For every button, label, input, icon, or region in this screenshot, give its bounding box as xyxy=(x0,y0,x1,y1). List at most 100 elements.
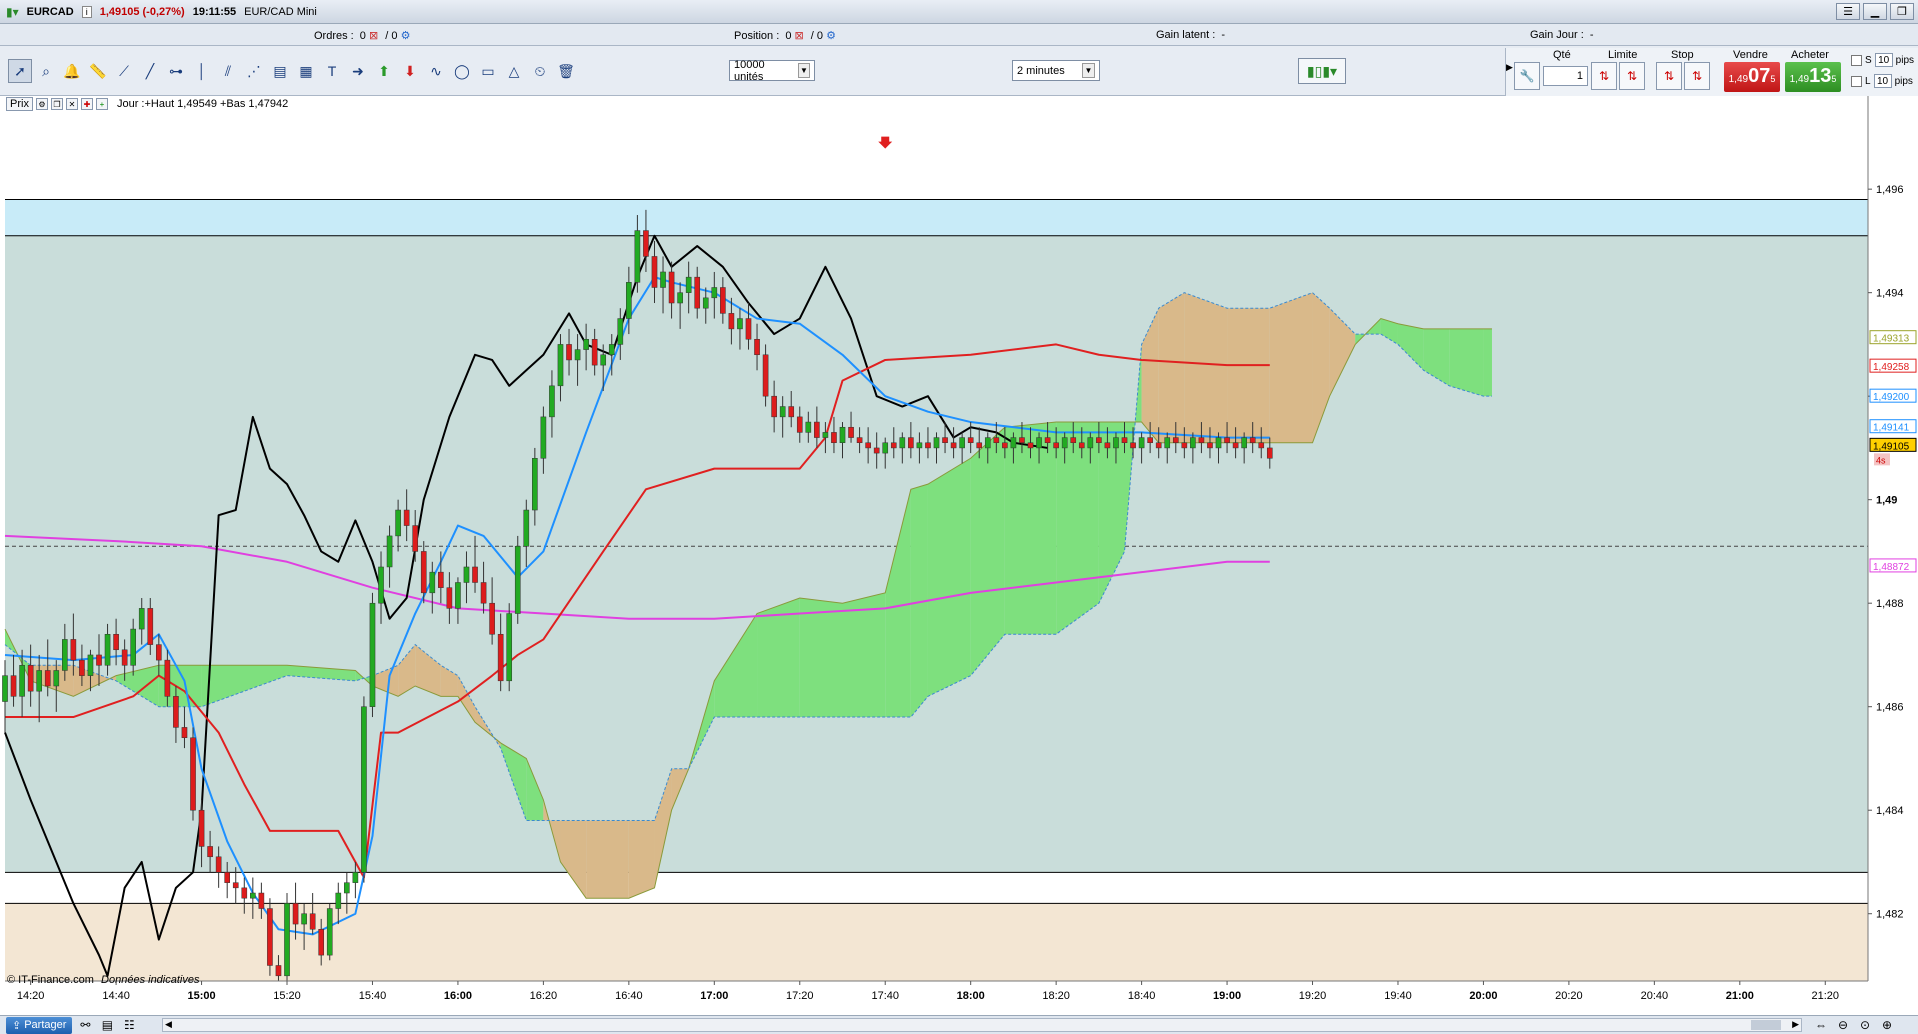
interval-select[interactable]: 2 minutes ▼ xyxy=(1012,60,1100,81)
price-chart[interactable]: 1,4961,4941,4921,491,4881,4861,4841,4821… xyxy=(0,96,1918,1015)
fit-icon[interactable]: ⇔ xyxy=(1812,1017,1830,1033)
stop-buy-icon[interactable]: ⇅ xyxy=(1656,62,1682,90)
symbol-name[interactable]: EURCAD xyxy=(27,6,74,18)
candle-body xyxy=(976,442,983,449)
candle-body xyxy=(438,571,444,588)
alert-bell-icon[interactable]: 🔔 xyxy=(60,59,84,83)
cursor-icon[interactable]: ➚ xyxy=(8,59,32,83)
buy-button[interactable]: 1,49 13 5 xyxy=(1785,62,1841,92)
layout-icon[interactable]: ☰ xyxy=(1836,3,1860,20)
fibonacci-fan-icon[interactable]: ▦ xyxy=(294,59,318,83)
candle-body xyxy=(720,287,726,314)
chart-type-button[interactable]: ▮▯▮▾ xyxy=(1298,58,1346,84)
triangle-icon[interactable]: △ xyxy=(502,59,526,83)
orders-close-icon[interactable]: ⊠ xyxy=(369,30,378,42)
price-series-label[interactable]: Prix xyxy=(6,97,33,111)
close-icon[interactable]: ✕ xyxy=(65,98,78,110)
price-label: 1,49105 xyxy=(1873,441,1910,452)
candle-body xyxy=(27,665,34,692)
candle-body xyxy=(301,913,307,925)
candle-body xyxy=(420,551,427,594)
zoom-out-icon[interactable]: ⊖ xyxy=(1834,1017,1852,1033)
settings-icon[interactable]: ⚙ xyxy=(35,98,48,110)
day-range-info: Jour :+Haut 1,49549 +Bas 1,47942 xyxy=(116,98,289,110)
candle-body xyxy=(600,354,607,366)
channel-icon[interactable]: ⫽ xyxy=(216,59,240,83)
x-tick-label: 18:20 xyxy=(1042,990,1070,1002)
scroll-right-icon[interactable]: ▶ xyxy=(1792,1019,1799,1030)
segment-icon[interactable]: ⟋ xyxy=(112,59,136,83)
add-icon[interactable]: + xyxy=(95,98,108,110)
candle-body xyxy=(224,872,231,883)
kumo-segment xyxy=(586,820,629,899)
parallel-lines-icon[interactable]: ⋰ xyxy=(242,59,266,83)
info-icon[interactable]: i xyxy=(81,5,92,18)
ruler-icon[interactable]: 📏 xyxy=(86,59,110,83)
ellipse-icon[interactable]: ◯ xyxy=(450,59,474,83)
vertical-line-icon[interactable]: │ xyxy=(190,59,214,83)
chart-area[interactable]: Prix ⚙ ❐ ✕ ✚ + Jour :+Haut 1,49549 +Bas … xyxy=(0,96,1918,1015)
restore-icon[interactable]: ❐ xyxy=(1890,3,1914,20)
price-label: 1,48872 xyxy=(1873,562,1910,573)
time-scrollbar[interactable]: ◀ ▶ xyxy=(162,1018,1802,1032)
position-link-icon[interactable]: ⚙ xyxy=(826,30,836,42)
limit-sell-icon[interactable]: ⇅ xyxy=(1619,62,1645,90)
clock-icon[interactable]: ⏲ xyxy=(528,59,552,83)
table-icon[interactable]: ▤ xyxy=(98,1017,116,1033)
limit-pips-input[interactable]: 10 xyxy=(1873,74,1892,88)
window-icon[interactable]: ❐ xyxy=(50,98,63,110)
stop-loss-checkbox[interactable] xyxy=(1851,54,1862,66)
limit-checkbox[interactable] xyxy=(1851,75,1862,87)
candle-body xyxy=(566,344,572,361)
position-info[interactable]: Position : 0 ⊠ / 0 ⚙ xyxy=(734,29,836,42)
candle-body xyxy=(660,271,666,288)
line-icon[interactable]: ╱ xyxy=(138,59,162,83)
arrow-down-icon[interactable]: ⬇ xyxy=(398,59,422,83)
y-tick-label: 1,494 xyxy=(1876,288,1904,300)
qty-input[interactable]: 1 xyxy=(1543,66,1588,86)
add-indicator-icon[interactable]: ✚ xyxy=(80,98,93,110)
candle-body xyxy=(352,872,359,883)
scroll-thumb[interactable] xyxy=(1751,1020,1781,1030)
order-panel: ▶ 🔧 Qté 1 Limite ⇅ ⇅ Stop ⇅ ⇅ Vendre 1,4… xyxy=(1505,48,1918,96)
limit-buy-icon[interactable]: ⇅ xyxy=(1591,62,1617,90)
arrow-right-icon[interactable]: ➜ xyxy=(346,59,370,83)
y-tick-label: 1,482 xyxy=(1876,909,1904,921)
zoom-in-icon[interactable]: ⊕ xyxy=(1878,1017,1896,1033)
fibonacci-icon[interactable]: ▤ xyxy=(268,59,292,83)
orders-link-icon[interactable]: ⚙ xyxy=(401,30,411,42)
sell-button[interactable]: 1,49 07 5 xyxy=(1724,62,1780,92)
x-tick-label: 19:00 xyxy=(1213,990,1241,1002)
zoom-reset-icon[interactable]: ⊙ xyxy=(1856,1017,1874,1033)
stop-sell-icon[interactable]: ⇅ xyxy=(1684,62,1710,90)
layers-icon[interactable]: ⚯ xyxy=(76,1017,94,1033)
candle-body xyxy=(1027,442,1034,449)
chart-icon[interactable]: ▮▾ xyxy=(6,5,19,19)
candle-body xyxy=(1215,437,1222,449)
position-close-icon[interactable]: ⊠ xyxy=(795,30,804,42)
price-label: 1,49258 xyxy=(1873,362,1910,373)
candle-body xyxy=(1172,437,1179,444)
units-select[interactable]: 10000 unités ▼ xyxy=(729,59,815,83)
wrench-icon[interactable]: 🔧 xyxy=(1514,62,1540,90)
stop-pips-input[interactable]: 10 xyxy=(1874,53,1893,67)
candle-body xyxy=(1070,437,1077,444)
candle-body xyxy=(250,892,256,899)
price-label: 1,49141 xyxy=(1873,423,1910,434)
curve-icon[interactable]: ∿ xyxy=(424,59,448,83)
text-icon[interactable]: T xyxy=(320,59,344,83)
minimize-icon[interactable]: ▁ xyxy=(1863,3,1887,20)
arrow-up-icon[interactable]: ⬆ xyxy=(372,59,396,83)
rectangle-icon[interactable]: ▭ xyxy=(476,59,500,83)
candle-body xyxy=(429,571,436,594)
y-tick-label: 1,486 xyxy=(1876,702,1904,714)
orders-info[interactable]: Ordres : 0 ⊠ / 0 ⚙ xyxy=(314,29,410,42)
zoom-icon[interactable]: ⌕ xyxy=(34,59,58,83)
horizontal-line-icon[interactable]: ⊶ xyxy=(164,59,188,83)
candle-body xyxy=(908,437,914,449)
list-icon[interactable]: ☷ xyxy=(120,1017,138,1033)
panel-collapse-icon[interactable]: ▶ xyxy=(1506,62,1513,73)
share-button[interactable]: ⇪ Partager xyxy=(6,1016,73,1034)
trash-icon[interactable]: 🗑 xyxy=(554,59,578,83)
scroll-left-icon[interactable]: ◀ xyxy=(165,1019,172,1030)
